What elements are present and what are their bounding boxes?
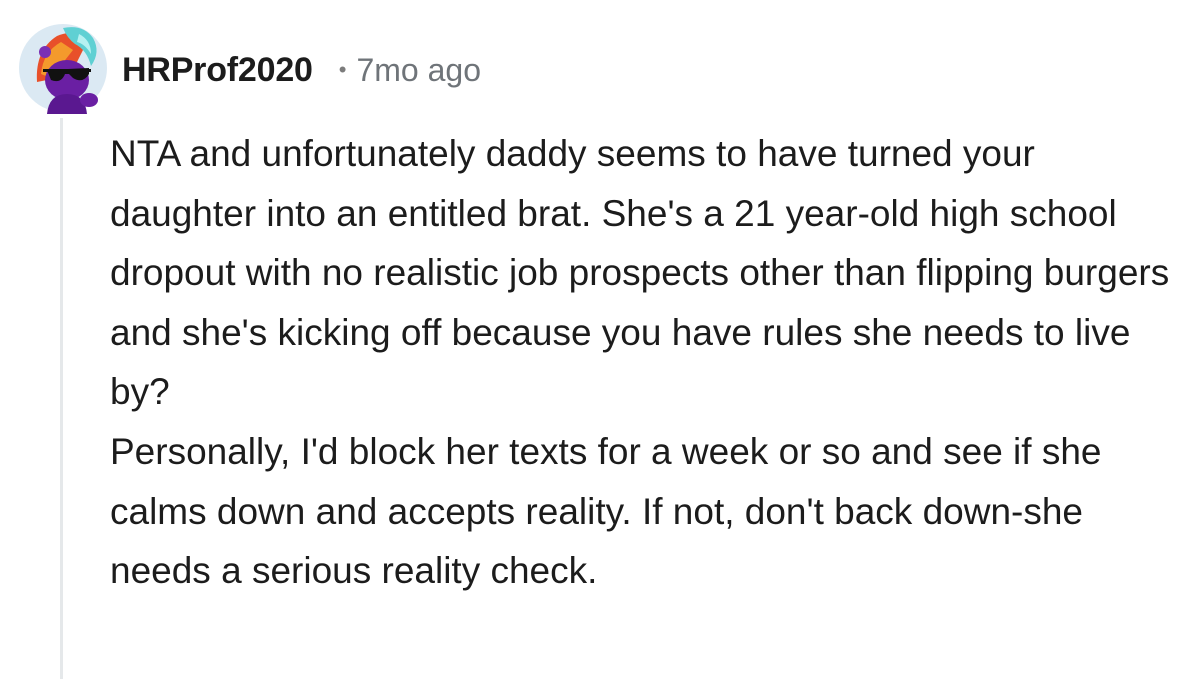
- comment-body: NTA and unfortunately daddy seems to hav…: [110, 124, 1172, 601]
- thread-line[interactable]: [60, 118, 63, 679]
- comment-paragraph: Personally, I'd block her texts for a we…: [110, 431, 1102, 592]
- separator-dot: •: [338, 57, 347, 82]
- avatar[interactable]: [17, 22, 109, 114]
- comment-header: HRProf2020 • 7mo ago: [122, 48, 481, 92]
- comment-paragraph: NTA and unfortunately daddy seems to hav…: [110, 133, 1170, 413]
- snoo-avatar-icon: [19, 24, 107, 114]
- comment-timestamp[interactable]: 7mo ago: [356, 52, 481, 89]
- author-name[interactable]: HRProf2020: [122, 51, 313, 90]
